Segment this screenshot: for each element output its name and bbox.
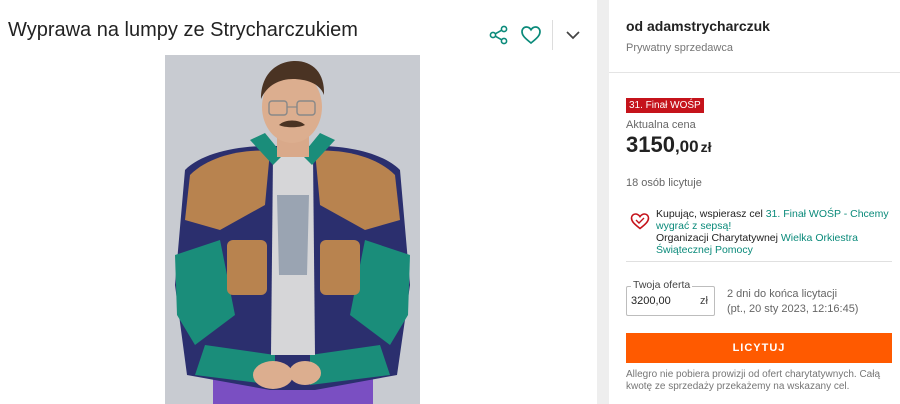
heart-icon [521, 26, 541, 45]
share-button[interactable] [486, 22, 512, 48]
offer-input[interactable]: 3200,00 [631, 295, 671, 307]
time-left: 2 dni do końca licytacji [727, 288, 838, 300]
offer-currency: zł [700, 295, 708, 307]
auction-time: 2 dni do końca licytacji (pt., 20 sty 20… [727, 287, 858, 317]
charity-intro: Kupując, wspierasz cel [656, 208, 766, 220]
panel-divider [609, 72, 900, 73]
price-main: 3150 [626, 132, 675, 157]
bidders-count: 18 osób licytuje [626, 177, 702, 189]
charity-info: Kupując, wspierasz cel 31. Finał WOŚP - … [626, 200, 892, 262]
photo-illustration [165, 55, 420, 404]
charity-org-prefix: Organizacji Charytatywnej [656, 232, 781, 244]
price-decimal: ,00 [674, 137, 699, 156]
purchase-panel: od adamstrycharczuk Prywatny sprzedawca … [609, 0, 900, 404]
listing-panel: Wyprawa na lumpy ze Strycharczukiem [0, 0, 597, 404]
charity-badge: 31. Finał WOŚP [626, 98, 704, 113]
actions-divider [552, 20, 553, 50]
listing-actions [486, 20, 587, 50]
bid-button[interactable]: LICYTUJ [626, 333, 892, 363]
share-icon [489, 25, 508, 45]
listing-photo[interactable] [165, 55, 420, 404]
current-price: 3150,00 zł [626, 132, 711, 158]
commission-note: Allegro nie pobiera prowizji od ofert ch… [626, 369, 881, 392]
page-title: Wyprawa na lumpy ze Strycharczukiem [8, 19, 358, 41]
offer-field[interactable]: Twoja oferta 3200,00 zł [626, 279, 715, 316]
offer-label: Twoja oferta [631, 279, 693, 291]
end-date: (pt., 20 sty 2023, 12:16:45) [727, 303, 859, 315]
seller-type: Prywatny sprzedawca [626, 42, 733, 54]
price-currency: zł [700, 139, 712, 155]
price-label: Aktualna cena [626, 119, 696, 131]
chevron-down-icon [566, 31, 580, 40]
charity-text: Kupując, wspierasz cel 31. Finał WOŚP - … [656, 208, 890, 256]
favorite-button[interactable] [518, 22, 544, 48]
seller-name[interactable]: od adamstrycharczuk [626, 18, 770, 34]
more-options-button[interactable] [559, 22, 587, 48]
charity-heart-icon [630, 213, 650, 230]
